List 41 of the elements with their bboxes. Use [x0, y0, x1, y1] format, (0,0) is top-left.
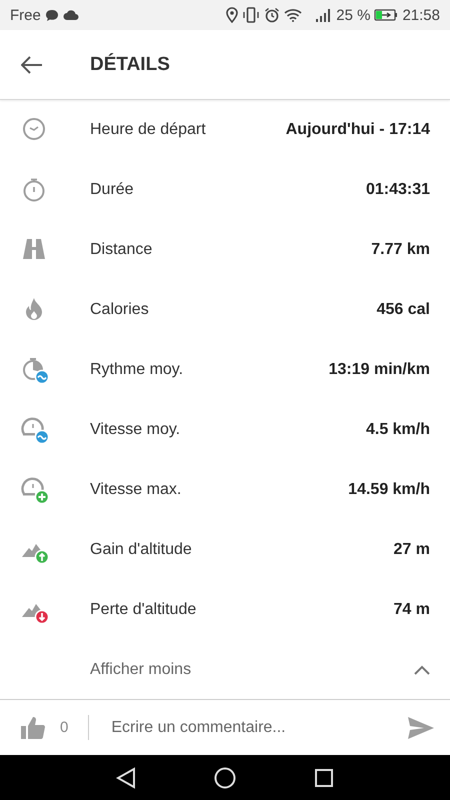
speedometer-icon: [21, 476, 49, 504]
cloud-icon: [62, 10, 79, 20]
battery-percentage: 25 %: [336, 6, 370, 24]
chevron-icon: [414, 664, 430, 674]
detail-value: 14.59 km/h: [348, 481, 430, 499]
location-pin-icon: [226, 7, 238, 23]
wifi-icon: [284, 8, 302, 22]
back-nav-button[interactable]: [116, 766, 136, 788]
alarm-clock-icon: [264, 7, 280, 23]
chat-bubble-icon: [44, 8, 59, 22]
detail-label: Calories: [90, 301, 150, 319]
detail-value: Aujourd'hui - 17:14: [286, 121, 430, 139]
detail-value: 456 cal: [376, 301, 430, 319]
recent-apps-button[interactable]: [314, 768, 334, 788]
detail-value: 74 m: [394, 601, 430, 619]
detail-value: 01:43:31: [366, 181, 430, 199]
detail-label: Gain d'altitude: [90, 541, 193, 559]
detail-value: 7.77 km: [371, 241, 430, 259]
home-nav-button[interactable]: [214, 766, 236, 788]
send-button[interactable]: [407, 716, 435, 740]
detail-label: Heure de départ: [90, 121, 207, 139]
thumbs-up-icon[interactable]: [20, 714, 46, 740]
carrier-name: Free: [10, 6, 41, 24]
like-count: 0: [60, 719, 68, 736]
detail-label: Durée: [90, 181, 135, 199]
page-title: DÉTAILS: [90, 54, 170, 76]
detail-label: Perte d'altitude: [90, 601, 198, 619]
back-arrow-icon: [21, 56, 43, 74]
detail-label: Vitesse moy.: [90, 421, 182, 439]
signal-icon: [314, 8, 332, 22]
stopwatch-icon: [21, 356, 49, 384]
detail-label: Rythme moy.: [90, 361, 184, 379]
detail-value: 27 m: [394, 541, 430, 559]
detail-label: Vitesse max.: [90, 481, 182, 499]
battery-charging-icon: [374, 9, 398, 21]
vibrate-icon: [242, 7, 260, 23]
clock-time: 21:58: [402, 6, 440, 24]
speedometer-icon: [21, 416, 49, 444]
detail-label: Distance: [90, 241, 154, 259]
detail-value: 13:19 min/km: [328, 361, 430, 379]
detail-value: 4.5 km/h: [366, 421, 430, 439]
